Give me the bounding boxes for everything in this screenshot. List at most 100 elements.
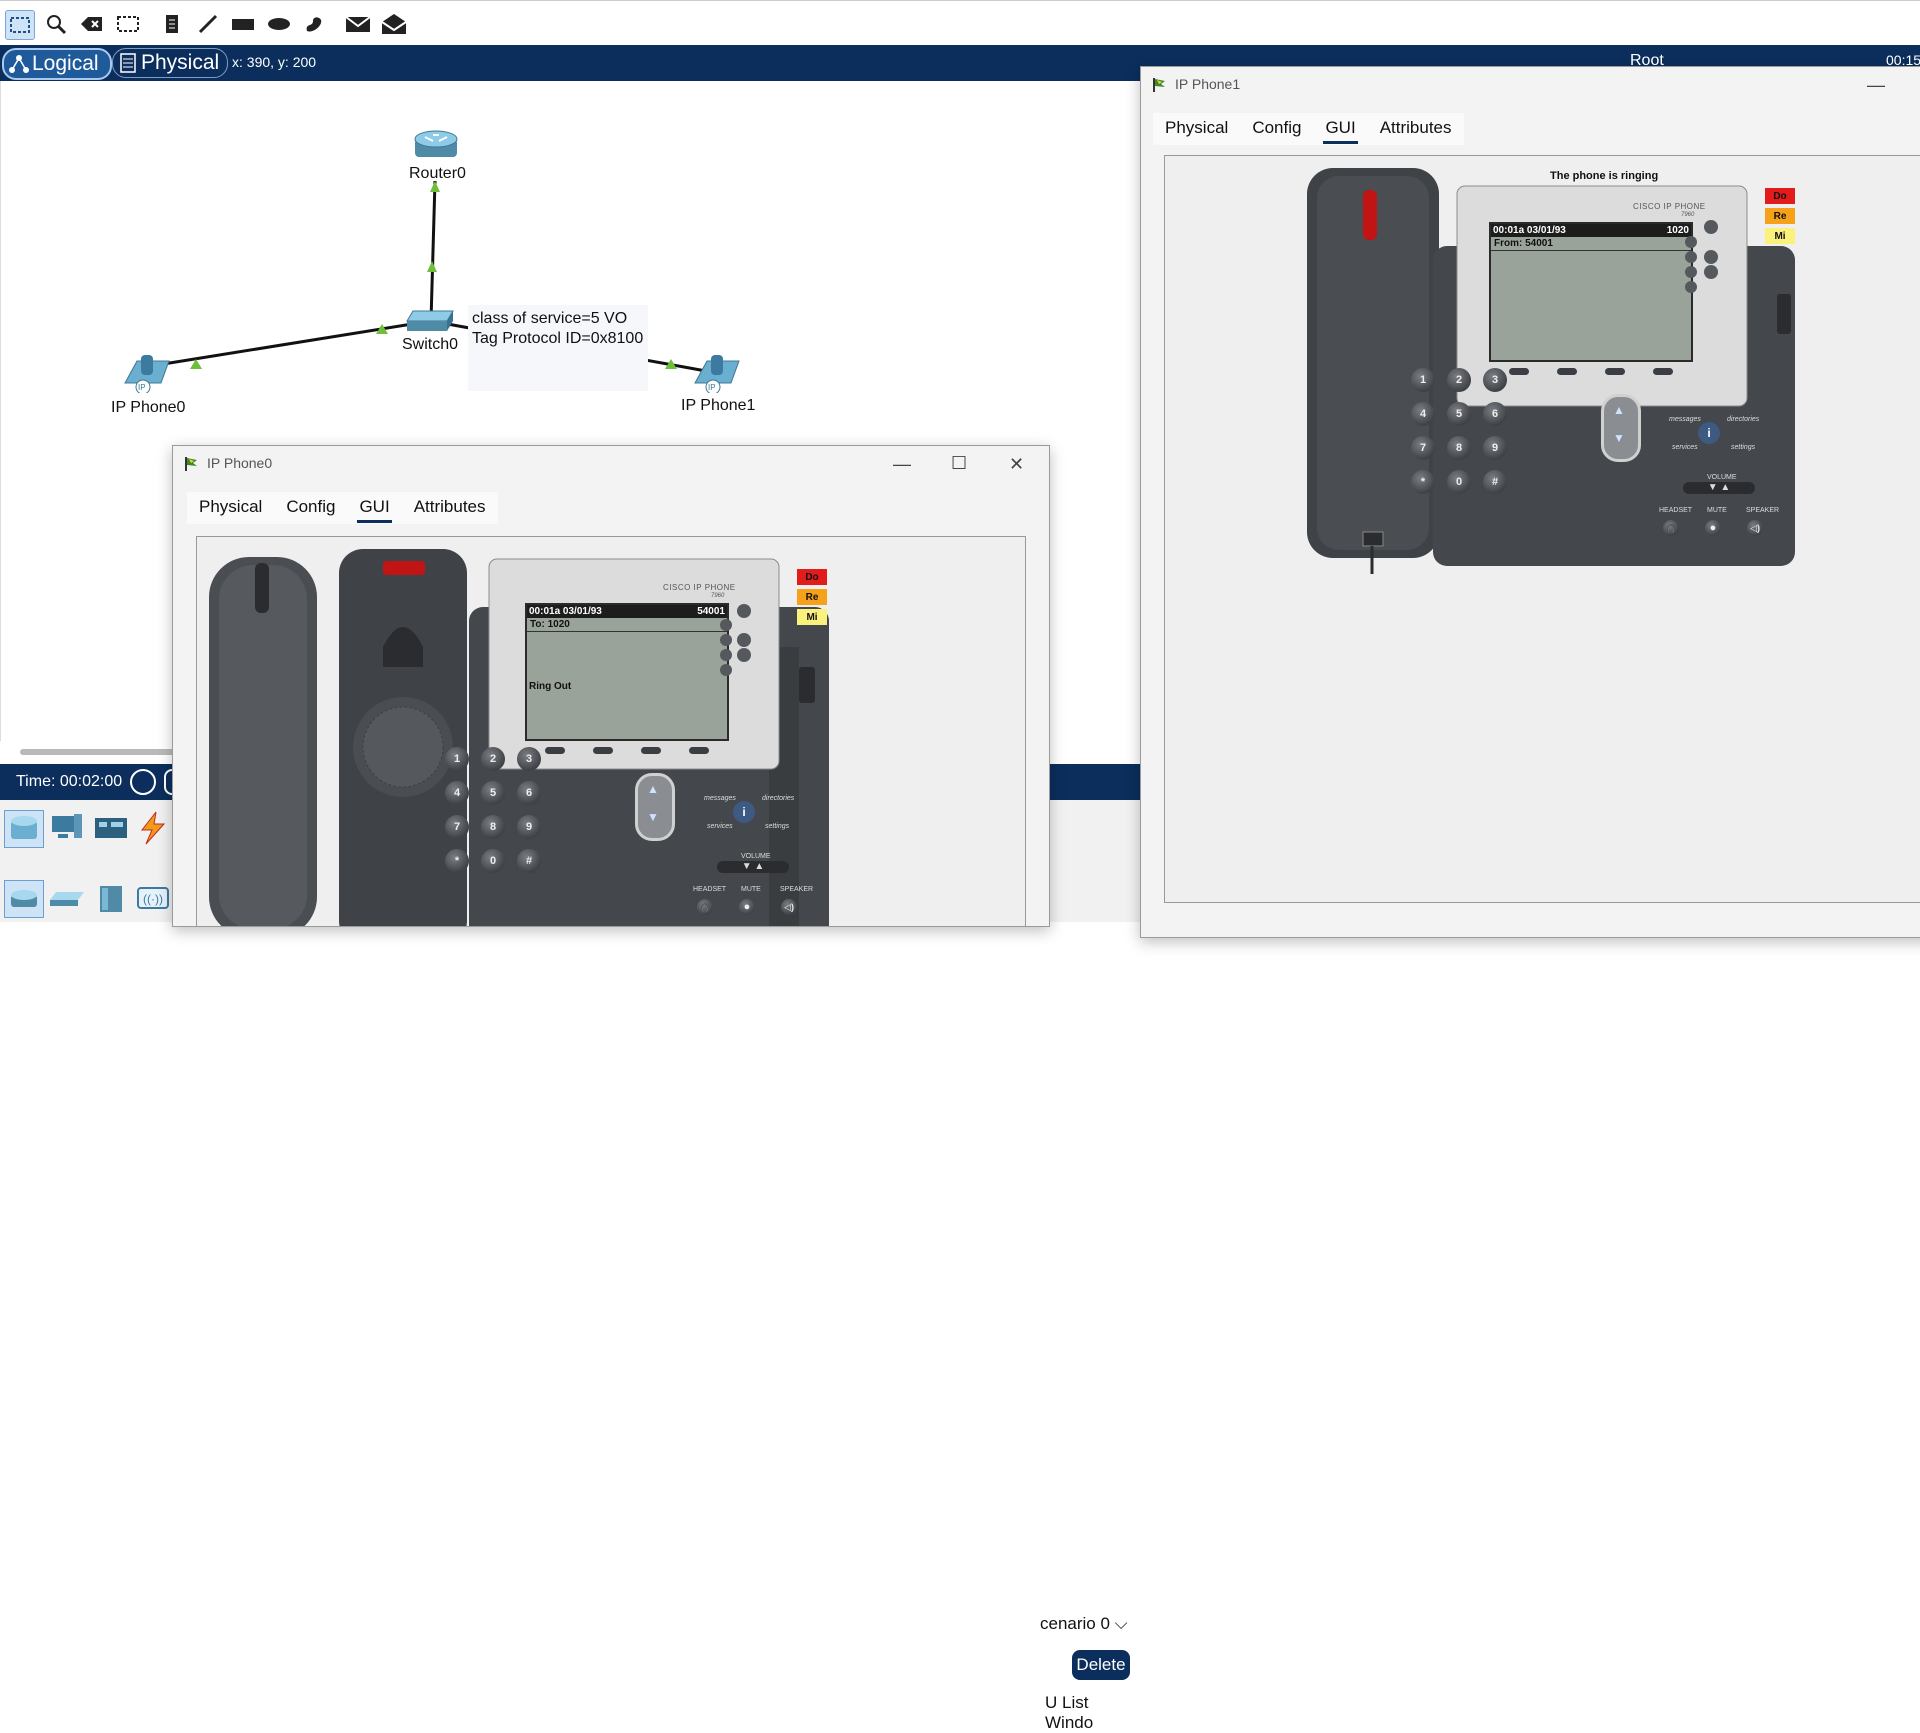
navigation-pad[interactable]: ▲ ▼ [1601, 394, 1641, 462]
hubs-icon[interactable] [92, 880, 130, 916]
keypad-key[interactable]: 6 [1483, 402, 1507, 426]
settings-label[interactable]: settings [1731, 444, 1755, 451]
end-devices-icon[interactable] [48, 810, 86, 846]
freeform-icon[interactable] [300, 10, 328, 38]
info-icon[interactable]: i [1698, 422, 1720, 444]
line-button[interactable] [1704, 220, 1718, 234]
keypad-key[interactable]: 7 [1411, 436, 1435, 460]
keypad-key[interactable]: * [1411, 470, 1435, 494]
messages-label[interactable]: messages [704, 795, 736, 802]
softkey[interactable] [593, 747, 613, 754]
logical-view-tab[interactable]: Logical [2, 48, 112, 80]
canvas-note[interactable]: class of service=5 VO Tag Protocol ID=0x… [468, 305, 648, 391]
messages-label[interactable]: messages [1669, 416, 1701, 423]
softkey[interactable] [641, 747, 661, 754]
keypad-key[interactable]: # [1483, 470, 1507, 494]
tab-config[interactable]: Config [1240, 113, 1313, 145]
ip-phone-icon[interactable]: IP [691, 353, 745, 395]
line-button[interactable] [1685, 266, 1697, 278]
settings-label[interactable]: settings [765, 823, 789, 830]
keypad-key[interactable]: 4 [445, 781, 469, 805]
services-label[interactable]: services [707, 823, 733, 830]
info-icon[interactable]: i [733, 801, 755, 823]
tab-physical[interactable]: Physical [1153, 113, 1240, 145]
resize-icon[interactable] [114, 10, 142, 38]
link-switch-phone0[interactable] [150, 319, 432, 368]
headset-icon[interactable]: 🎧 [1663, 520, 1679, 536]
minimize-icon[interactable]: — [1867, 75, 1885, 96]
rectangle-icon[interactable] [229, 10, 257, 38]
switch-icon[interactable] [405, 309, 455, 335]
arrow-down-icon[interactable]: ▼ [647, 810, 659, 824]
delete-scenario-button[interactable]: Delete [1072, 1650, 1130, 1680]
handset[interactable] [205, 555, 325, 927]
line-button[interactable] [720, 619, 732, 631]
line-button[interactable] [1685, 236, 1697, 248]
keypad-key[interactable]: 8 [1447, 436, 1471, 460]
keypad-key[interactable]: 7 [445, 815, 469, 839]
tab-physical[interactable]: Physical [187, 492, 274, 524]
softkey[interactable] [689, 747, 709, 754]
delete-icon[interactable] [78, 10, 106, 38]
scenario-select[interactable]: cenario 0 ⌵ [1040, 1614, 1128, 1634]
physical-view-tab[interactable]: Physical [112, 48, 228, 78]
keypad-key[interactable]: # [517, 849, 541, 873]
services-label[interactable]: services [1672, 444, 1698, 451]
keypad-key[interactable]: * [445, 849, 469, 873]
navigation-pad[interactable]: ▲ ▼ [635, 773, 675, 841]
softkey[interactable] [1653, 368, 1673, 375]
keypad-key[interactable]: 9 [517, 815, 541, 839]
headset-icon[interactable]: 🎧 [697, 899, 713, 915]
tab-config[interactable]: Config [274, 492, 347, 524]
line-button[interactable] [737, 604, 751, 618]
directories-label[interactable]: directories [1727, 416, 1759, 423]
maximize-icon[interactable]: ☐ [951, 453, 967, 474]
tab-attributes[interactable]: Attributes [402, 492, 498, 524]
link-router-switch[interactable] [429, 180, 437, 322]
complex-pdu-icon[interactable] [380, 10, 408, 38]
switches-icon[interactable] [48, 880, 86, 916]
line-button[interactable] [1704, 250, 1718, 264]
simple-pdu-icon[interactable] [344, 10, 372, 38]
line-button[interactable] [720, 664, 732, 676]
softkey[interactable] [1605, 368, 1625, 375]
close-icon[interactable]: ✕ [1009, 454, 1024, 475]
workspace-scrollbar[interactable] [20, 749, 180, 755]
window-titlebar[interactable]: IP Phone0 — ☐ ✕ [173, 446, 1049, 482]
keypad-key[interactable]: 9 [1483, 436, 1507, 460]
directories-label[interactable]: directories [762, 795, 794, 802]
volume-rocker[interactable]: ▼ ▲ [1683, 482, 1755, 494]
zoom-icon[interactable] [42, 10, 70, 38]
keypad-key[interactable]: 0 [481, 849, 505, 873]
line-button[interactable] [720, 634, 732, 646]
wireless-devices-icon[interactable]: ((·)) [134, 880, 172, 916]
keypad-key[interactable]: 5 [1447, 402, 1471, 426]
line-button[interactable] [720, 649, 732, 661]
minimize-icon[interactable]: — [893, 454, 911, 475]
keypad-key[interactable]: 1 [445, 747, 469, 771]
speaker-icon[interactable]: ◁) [781, 899, 797, 915]
arrow-up-icon[interactable]: ▲ [647, 782, 659, 796]
pdu-list-window-button[interactable]: U List Windo [1045, 1693, 1140, 1733]
components-icon[interactable] [92, 810, 130, 846]
reset-timer-icon[interactable] [130, 769, 156, 795]
tab-gui[interactable]: GUI [347, 492, 401, 524]
line-button[interactable] [1685, 251, 1697, 263]
softkey[interactable] [1509, 368, 1529, 375]
connections-icon[interactable] [134, 810, 172, 846]
volume-rocker[interactable]: ▼ ▲ [717, 861, 789, 873]
select-icon[interactable] [5, 10, 35, 40]
network-devices-icon[interactable] [4, 810, 44, 848]
router-icon[interactable] [413, 129, 459, 163]
ellipse-icon[interactable] [265, 10, 293, 38]
arrow-down-icon[interactable]: ▼ [1613, 431, 1625, 445]
tab-attributes[interactable]: Attributes [1368, 113, 1464, 145]
note-icon[interactable] [158, 10, 186, 38]
keypad-key[interactable]: 4 [1411, 402, 1435, 426]
mute-icon[interactable]: ● [1705, 520, 1721, 536]
keypad-key[interactable]: 8 [481, 815, 505, 839]
routers-icon[interactable] [4, 880, 44, 918]
keypad-key[interactable]: 6 [517, 781, 541, 805]
tab-gui[interactable]: GUI [1313, 113, 1367, 145]
draw-line-icon[interactable] [194, 10, 222, 38]
